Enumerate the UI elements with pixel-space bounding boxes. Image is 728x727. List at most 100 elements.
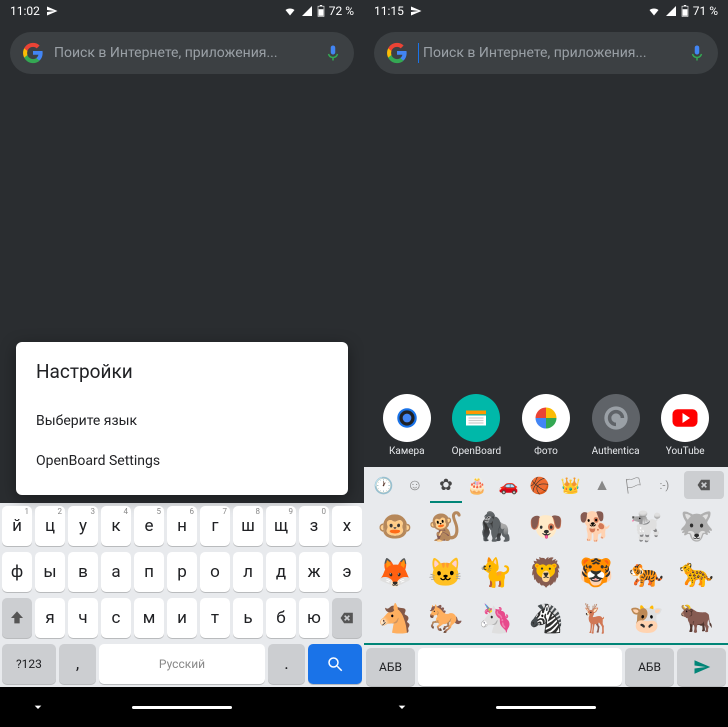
signal-icon bbox=[665, 5, 677, 17]
app-camera[interactable]: Камера bbox=[375, 394, 439, 457]
key-й[interactable]: й1 bbox=[2, 506, 32, 546]
period-key[interactable]: . bbox=[268, 644, 305, 684]
key-т[interactable]: т bbox=[200, 598, 230, 638]
cat-nature-icon[interactable]: ✿ bbox=[430, 467, 461, 503]
key-п[interactable]: п bbox=[134, 552, 164, 592]
mic-icon[interactable] bbox=[324, 44, 342, 62]
key-щ[interactable]: щ9 bbox=[266, 506, 296, 546]
cat-activity-icon[interactable]: 🏀 bbox=[524, 467, 555, 503]
phone-right: 11:15 71 % Поиск в Интернете, приложения… bbox=[364, 0, 728, 727]
app-authenticator[interactable]: Authentica bbox=[584, 394, 648, 457]
key-э[interactable]: э bbox=[332, 552, 362, 592]
abc-key-right[interactable]: АБВ bbox=[625, 648, 674, 686]
emoji-bottom-row: АБВ АБВ bbox=[364, 643, 728, 687]
key-м[interactable]: м bbox=[134, 598, 164, 638]
kb-row-bottom: ?123 , Русский . bbox=[0, 641, 364, 687]
cat-recent-icon[interactable]: 🕐 bbox=[368, 467, 399, 503]
emoji-dog-face[interactable]: 🐶 bbox=[521, 509, 571, 545]
key-к[interactable]: к4 bbox=[101, 506, 131, 546]
nav-pill[interactable] bbox=[496, 706, 596, 709]
emoji-cat[interactable]: 🐈 bbox=[471, 555, 521, 591]
key-в[interactable]: в bbox=[68, 552, 98, 592]
app-youtube[interactable]: YouTube bbox=[653, 394, 717, 457]
key-и[interactable]: и bbox=[167, 598, 197, 638]
abc-key-left[interactable]: АБВ bbox=[366, 648, 415, 686]
kb-row-3: я ч с м и т ь б ю bbox=[0, 595, 364, 641]
cat-objects-icon[interactable]: 👑 bbox=[555, 467, 586, 503]
cat-symbols-icon[interactable]: ▲ bbox=[586, 467, 617, 503]
emoji-tiger[interactable]: 🐅 bbox=[621, 555, 671, 591]
cat-text-icon[interactable]: :-) bbox=[649, 467, 680, 503]
emoji-monkey-face[interactable]: 🐵 bbox=[370, 509, 420, 545]
key-а[interactable]: а bbox=[101, 552, 131, 592]
key-х[interactable]: х bbox=[332, 506, 362, 546]
search-placeholder: Поиск в Интернете, приложения... bbox=[423, 45, 678, 61]
key-ц[interactable]: ц2 bbox=[35, 506, 65, 546]
home-area-left: Настройки Выберите язык OpenBoard Settin… bbox=[0, 74, 364, 503]
backspace-key[interactable] bbox=[332, 598, 362, 638]
emoji-lion[interactable]: 🦁 bbox=[521, 555, 571, 591]
key-ж[interactable]: ж bbox=[299, 552, 329, 592]
popup-item-language[interactable]: Выберите язык bbox=[36, 401, 328, 441]
key-ф[interactable]: ф bbox=[2, 552, 32, 592]
emoji-poodle[interactable]: 🐩 bbox=[621, 509, 671, 545]
emoji-dog[interactable]: 🐕 bbox=[571, 509, 621, 545]
key-е[interactable]: е5 bbox=[134, 506, 164, 546]
search-bar[interactable]: Поиск в Интернете, приложения... bbox=[374, 32, 718, 74]
emoji-deer[interactable]: 🦌 bbox=[571, 601, 621, 637]
search-bar[interactable]: Поиск в Интернете, приложения... bbox=[10, 32, 354, 74]
search-key[interactable] bbox=[308, 644, 362, 684]
chevron-down-icon[interactable] bbox=[30, 699, 46, 715]
emoji-backspace[interactable] bbox=[684, 471, 724, 499]
emoji-monkey[interactable]: 🐒 bbox=[420, 509, 470, 545]
key-ч[interactable]: ч bbox=[68, 598, 98, 638]
key-г[interactable]: г7 bbox=[200, 506, 230, 546]
key-з[interactable]: з0 bbox=[299, 506, 329, 546]
telegram-icon bbox=[410, 5, 422, 17]
emoji-fox[interactable]: 🦊 bbox=[370, 555, 420, 591]
send-key[interactable] bbox=[677, 648, 726, 686]
emoji-ox[interactable]: 🐂 bbox=[672, 601, 722, 637]
key-у[interactable]: у3 bbox=[68, 506, 98, 546]
emoji-tiger-face[interactable]: 🐯 bbox=[571, 555, 621, 591]
spacebar[interactable]: Русский bbox=[99, 644, 265, 684]
comma-key[interactable]: , bbox=[59, 644, 96, 684]
key-б[interactable]: б bbox=[266, 598, 296, 638]
symbols-key[interactable]: ?123 bbox=[2, 644, 56, 684]
key-н[interactable]: н6 bbox=[167, 506, 197, 546]
nav-pill[interactable] bbox=[132, 706, 232, 709]
shift-key[interactable] bbox=[2, 598, 32, 638]
cat-smiley-icon[interactable]: ☺ bbox=[399, 467, 430, 503]
key-с[interactable]: с bbox=[101, 598, 131, 638]
emoji-zebra[interactable]: 🦓 bbox=[521, 601, 571, 637]
emoji-horse[interactable]: 🐎 bbox=[420, 601, 470, 637]
cat-food-icon[interactable]: 🎂 bbox=[462, 467, 493, 503]
key-р[interactable]: р bbox=[167, 552, 197, 592]
key-д[interactable]: д bbox=[266, 552, 296, 592]
key-ы[interactable]: ы bbox=[35, 552, 65, 592]
key-ш[interactable]: ш8 bbox=[233, 506, 263, 546]
emoji-wolf[interactable]: 🐺 bbox=[672, 509, 722, 545]
key-о[interactable]: о bbox=[200, 552, 230, 592]
key-я[interactable]: я bbox=[35, 598, 65, 638]
app-openboard[interactable]: OpenBoard bbox=[444, 394, 508, 457]
popup-item-openboard[interactable]: OpenBoard Settings bbox=[36, 441, 328, 481]
home-area-right: Камера OpenBoard Фото Authentica bbox=[364, 74, 728, 467]
cat-flags-icon[interactable]: 🏳 bbox=[618, 467, 649, 503]
chevron-down-icon[interactable] bbox=[394, 699, 410, 715]
emoji-horse-face[interactable]: 🐴 bbox=[370, 601, 420, 637]
key-л[interactable]: л bbox=[233, 552, 263, 592]
app-photos[interactable]: Фото bbox=[514, 394, 578, 457]
key-ь[interactable]: ь bbox=[233, 598, 263, 638]
emoji-gorilla[interactable]: 🦍 bbox=[471, 509, 521, 545]
key-ю[interactable]: ю bbox=[299, 598, 329, 638]
emoji-leopard[interactable]: 🐆 bbox=[672, 555, 722, 591]
emoji-spacebar[interactable] bbox=[418, 648, 622, 686]
cat-travel-icon[interactable]: 🚗 bbox=[493, 467, 524, 503]
mic-icon[interactable] bbox=[688, 44, 706, 62]
emoji-unicorn[interactable]: 🦄 bbox=[471, 601, 521, 637]
emoji-cow-face[interactable]: 🐮 bbox=[621, 601, 671, 637]
emoji-keyboard: 🕐 ☺ ✿ 🎂 🚗 🏀 👑 ▲ 🏳 :-) 🐵 🐒 🦍 🐶 🐕 🐩 🐺 🦊 🐱 bbox=[364, 467, 728, 687]
emoji-cat-face[interactable]: 🐱 bbox=[420, 555, 470, 591]
russian-keyboard: й1 ц2 у3 к4 е5 н6 г7 ш8 щ9 з0 х ф ы в а … bbox=[0, 503, 364, 687]
